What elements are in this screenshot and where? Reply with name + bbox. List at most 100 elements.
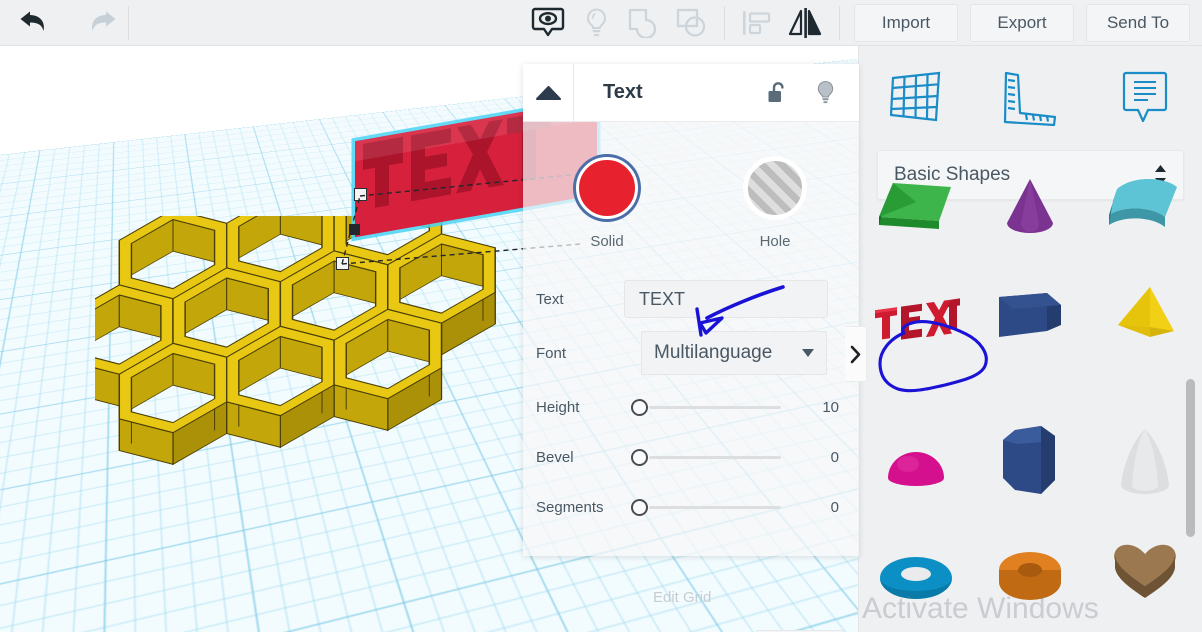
shapes-scrollbar[interactable] xyxy=(1186,379,1195,537)
shape-roof-icon xyxy=(879,183,952,229)
workplane-icon xyxy=(890,71,941,122)
shape-pyramid-icon xyxy=(1117,286,1174,337)
shape-paraboloid-cell[interactable] xyxy=(1088,389,1202,534)
ungroup-icon xyxy=(676,8,706,37)
segments-slider[interactable] xyxy=(631,492,791,522)
ruler-icon xyxy=(1004,71,1057,126)
shape-heart-icon xyxy=(1113,544,1176,598)
segments-field-row: Segments 0 xyxy=(523,482,859,532)
shape-roof-cell[interactable] xyxy=(859,172,973,244)
inspector-title: Text xyxy=(603,81,643,103)
group-icon-button[interactable] xyxy=(620,0,668,46)
shapes-panel[interactable]: Basic Shapes xyxy=(858,46,1202,632)
shape-box-cell[interactable] xyxy=(973,244,1087,389)
view-eye-icon-button[interactable] xyxy=(524,0,572,46)
font-field-row: Font Multilanguage xyxy=(523,324,859,382)
shapes-grid xyxy=(859,172,1202,604)
shape-text-icon xyxy=(875,297,961,340)
inspector-header: Text xyxy=(523,64,859,122)
text-field-row: Text xyxy=(523,274,859,324)
shape-round-roof-icon xyxy=(1108,179,1177,227)
view-eye-icon xyxy=(531,7,565,36)
mirror-icon xyxy=(788,7,822,38)
height-value: 10 xyxy=(822,398,839,416)
note-icon xyxy=(1122,71,1167,123)
hole-swatch[interactable] xyxy=(744,157,806,219)
font-select[interactable]: Multilanguage xyxy=(641,331,827,375)
text-field-label: Text xyxy=(536,290,564,308)
toolbar-divider-3 xyxy=(839,5,840,40)
redo-arrow-icon[interactable] xyxy=(83,11,116,35)
shape-cone-icon xyxy=(1007,179,1054,233)
solid-color-swatch[interactable] xyxy=(576,157,638,219)
light-bulb-icon-button[interactable] xyxy=(572,0,620,46)
lock-toggle-button[interactable] xyxy=(757,64,797,122)
shape-half-sphere-cell[interactable] xyxy=(859,389,973,534)
align-icon-button[interactable] xyxy=(733,0,781,46)
workplane-icon-button[interactable] xyxy=(859,46,973,150)
chevron-down-icon xyxy=(802,349,814,357)
undo-redo-group xyxy=(0,11,128,35)
shape-inspector-panel[interactable]: Text Solid Hole Text TEXT Font Multilang… xyxy=(523,64,859,556)
note-icon-button[interactable] xyxy=(1088,46,1202,150)
shapes-panel-toolbar xyxy=(859,46,1202,150)
export-button[interactable]: Export xyxy=(970,3,1074,42)
triangle-up-icon xyxy=(535,85,561,100)
shape-polygon-cell[interactable] xyxy=(973,389,1087,534)
edit-grid-button[interactable]: Edit Grid xyxy=(653,589,711,606)
font-select-value: Multilanguage xyxy=(654,342,773,363)
bevel-slider[interactable] xyxy=(631,442,791,472)
ruler-icon-button[interactable] xyxy=(973,46,1087,150)
shape-row xyxy=(859,244,1202,389)
segments-slider-track xyxy=(649,505,781,509)
height-slider[interactable] xyxy=(631,392,791,422)
chevron-right-icon xyxy=(850,345,861,363)
toolbar-divider-2 xyxy=(724,5,725,40)
solid-hole-selector[interactable]: Solid Hole xyxy=(523,122,859,250)
shape-paraboloid-icon xyxy=(1120,428,1169,494)
shape-polygon-icon xyxy=(1003,425,1056,494)
shape-cone-cell[interactable] xyxy=(973,172,1087,244)
shape-pyramid-cell[interactable] xyxy=(1088,244,1202,389)
bevel-slider-knob[interactable] xyxy=(631,448,648,466)
shape-heart-cell[interactable] xyxy=(1088,534,1202,604)
shape-text-cell[interactable] xyxy=(859,244,973,389)
ungroup-icon-button[interactable] xyxy=(668,0,716,46)
solid-option[interactable]: Solid xyxy=(523,157,691,250)
align-icon xyxy=(743,10,771,35)
shape-row xyxy=(859,389,1202,534)
unlock-padlock-icon xyxy=(768,81,784,102)
undo-arrow-icon[interactable] xyxy=(20,11,53,35)
group-icon xyxy=(628,8,657,38)
inspector-collapse-button[interactable] xyxy=(523,64,574,122)
highlight-toggle-button[interactable] xyxy=(805,64,845,122)
height-field-row: Height 10 xyxy=(523,382,859,432)
bevel-field-row: Bevel 0 xyxy=(523,432,859,482)
segments-value: 0 xyxy=(830,498,839,516)
hole-option[interactable]: Hole xyxy=(691,157,859,250)
shape-box-icon xyxy=(999,292,1062,337)
panel-collapse-chevron[interactable] xyxy=(845,326,867,382)
windows-activation-watermark: Activate Windows xyxy=(862,592,1099,625)
send-to-button[interactable]: Send To xyxy=(1086,3,1190,42)
shape-row xyxy=(859,172,1202,244)
top-toolbar: Import Export Send To xyxy=(0,0,1202,46)
segments-slider-knob[interactable] xyxy=(631,498,648,516)
font-field-label: Font xyxy=(536,344,567,362)
toolbar-divider xyxy=(128,5,129,40)
solid-label: Solid xyxy=(590,233,624,250)
text-input[interactable] xyxy=(624,280,828,318)
light-bulb-icon xyxy=(586,7,606,36)
height-field-label: Height xyxy=(536,398,580,416)
height-slider-knob[interactable] xyxy=(631,398,648,416)
import-button[interactable]: Import xyxy=(854,3,958,42)
bevel-slider-track xyxy=(649,455,781,459)
inspector-fields: Text Font Multilanguage Height 10 xyxy=(523,250,859,532)
segments-field-label: Segments xyxy=(536,498,604,516)
shape-round-roof-cell[interactable] xyxy=(1088,172,1202,244)
light-bulb-icon xyxy=(817,80,833,104)
height-slider-track xyxy=(649,405,781,409)
hole-label: Hole xyxy=(759,233,791,250)
bevel-value: 0 xyxy=(830,448,839,466)
mirror-icon-button[interactable] xyxy=(781,0,829,46)
